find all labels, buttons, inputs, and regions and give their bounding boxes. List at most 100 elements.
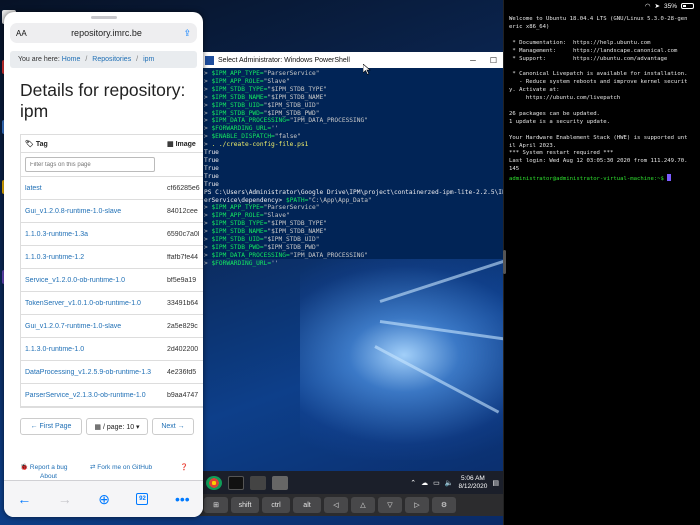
ubuntu-terminal[interactable]: ◠ ➤ 35% Welcome to Ubuntu 18.04.4 LTS (G… [503, 0, 700, 525]
key-right[interactable]: ▷ [405, 497, 429, 513]
key-left[interactable]: ◁ [324, 497, 348, 513]
tag-link[interactable]: latest [25, 185, 167, 192]
powershell-window[interactable]: Select Administrator: Windows PowerShell… [200, 52, 503, 267]
first-page-button[interactable]: ← First Page [20, 418, 82, 435]
console-line: True [204, 157, 500, 165]
tag-link[interactable]: Gui_v1.2.0.7-runtime-1.0-slave [25, 323, 167, 330]
new-tab-icon[interactable]: ⊕ [98, 491, 110, 508]
console-segment: PS C:\Users\Administrator\Google Drive\I… [204, 188, 503, 196]
key-ctrl[interactable]: ctrl [262, 497, 290, 513]
back-icon[interactable]: ← [17, 491, 31, 507]
console-line: > $IPM_APP_ROLE="Slave" [204, 212, 500, 220]
breadcrumb-ipm[interactable]: ipm [143, 56, 154, 63]
chrome-icon[interactable] [206, 475, 222, 490]
terminal-output[interactable]: Welcome to Ubuntu 18.04.4 LTS (GNU/Linux… [504, 12, 700, 184]
powershell-console[interactable]: > $IPM_APP_TYPE="ParserService" > $IPM_AP… [201, 68, 503, 270]
terminal-line: 26 packages can be updated. [509, 110, 600, 117]
tag-link[interactable]: TokenServer_v1.0.1.0-ob-runtime-1.0 [25, 300, 167, 307]
taskbar-clock[interactable]: 5:06 AM 8/12/2020 [458, 475, 487, 491]
reader-options-button[interactable]: AA [16, 29, 34, 38]
safari-toolbar: ← → ⊕ 92 ••• [4, 480, 203, 517]
tag-link[interactable]: 1.1.0.3-runtime-1.2 [25, 254, 167, 261]
table-row: TokenServer_v1.0.1.0-ob-runtime-1.0 33491… [21, 292, 203, 315]
volume-icon[interactable]: 🔈 [445, 479, 454, 487]
console-line: > $FORWARDING_URL='' [204, 260, 500, 268]
console-segment: "$IPM_STDB_TYPE" [267, 85, 327, 93]
taskbar-date: 8/12/2020 [458, 482, 488, 490]
safari-slide-over[interactable]: AA repository.imrc.be ⇪ You are here: Ho… [4, 12, 203, 517]
powershell-titlebar[interactable]: Select Administrator: Windows PowerShell… [201, 52, 503, 68]
key-down[interactable]: ▽ [378, 497, 402, 513]
slide-over-grabber[interactable] [90, 16, 117, 19]
tag-link[interactable]: 1.1.0.3-runtime-1.3a [25, 231, 167, 238]
tag-link[interactable]: DataProcessing_v1.2.5.9-ob-runtime-1.3 [25, 369, 167, 376]
console-segment: True [204, 149, 219, 157]
key-up[interactable]: △ [351, 497, 375, 513]
notification-icon[interactable]: ▤ [492, 479, 499, 487]
terminal-line: Your Hardware Enablement Stack (HWE) is … [509, 134, 688, 141]
per-page-select[interactable]: ▦ / page: 10 ▾ [86, 418, 148, 435]
address-url[interactable]: repository.imrc.be [34, 28, 179, 38]
terminal-line: *** System restart required *** [509, 150, 614, 157]
table-row: Gui_v1.2.0.7-runtime-1.0-slave 2a5e829c [21, 315, 203, 338]
console-segment: $IPM_STDB_PWD= [211, 243, 264, 251]
terminal-icon[interactable] [228, 475, 244, 490]
forward-icon[interactable]: → [58, 491, 72, 507]
key-alt[interactable]: alt [293, 497, 321, 513]
network-icon[interactable]: ▭ [433, 479, 440, 487]
filter-tags-input[interactable] [25, 157, 155, 172]
cloud-icon[interactable]: ☁ [421, 479, 428, 487]
tag-link[interactable]: Gui_v1.2.0.8-runtime-1.0-slave [25, 208, 167, 215]
console-line: > $IPM_STDB_NAME="$IPM_STDB_NAME" [204, 228, 500, 236]
chevron-up-icon[interactable]: ⌃ [410, 479, 416, 487]
terminal-line: il April 2023. [509, 142, 557, 149]
more-icon[interactable]: ••• [175, 491, 190, 507]
key-shift[interactable]: shift [231, 497, 259, 513]
column-tag[interactable]: Tag [36, 141, 48, 148]
console-segment: $IPM_DATA_PROCESSING= [211, 117, 290, 125]
pagination: ← First Page ▦ / page: 10 ▾ Next → [20, 418, 203, 435]
help-icon[interactable]: ❓ [180, 463, 188, 471]
mouse-pointer-icon [363, 64, 371, 75]
console-line: > $IPM_STDB_TYPE="$IPM_STDB_TYPE" [204, 86, 500, 94]
maximize-icon[interactable]: ☐ [490, 56, 497, 65]
console-line: PS C:\Users\Administrator\Google Drive\I… [204, 188, 503, 197]
bug-icon: 🐞 [20, 464, 29, 471]
tag-link[interactable]: 1.1.3.0-runtime-1.0 [25, 346, 167, 353]
system-tray: ⌃ ☁ ▭ 🔈 5:06 AM 8/12/2020 ▤ [410, 475, 503, 491]
ipad-status-bar: ◠ ➤ 35% [504, 0, 700, 12]
battery-icon [681, 3, 694, 9]
app-icon[interactable] [272, 475, 288, 490]
table-header: 🏷 Tag ▦ Image [21, 135, 203, 153]
console-segment: "IPM_DATA_PROCESSING" [289, 117, 368, 125]
breadcrumb-home[interactable]: Home [62, 56, 81, 63]
address-bar[interactable]: AA repository.imrc.be ⇪ [10, 23, 197, 43]
console-segment: $FORWARDING_URL= [211, 125, 272, 133]
table-row: 1.1.0.3-runtime-1.2 ffafb7fe44 [21, 246, 203, 269]
image-id: 2a5e829c [167, 322, 198, 330]
console-line: > $IPM_STDB_TYPE="$IPM_STDB_TYPE" [204, 220, 500, 228]
tabs-button[interactable]: 92 [136, 493, 149, 505]
tag-link[interactable]: ParserService_v2.1.3.0-ob-runtime-1.0 [25, 392, 167, 399]
key-windows[interactable]: ⊞ [204, 497, 228, 513]
share-icon[interactable]: ⇪ [179, 28, 191, 39]
split-view-divider[interactable] [503, 250, 506, 274]
column-image[interactable]: Image [176, 141, 196, 148]
about-link[interactable]: About [40, 473, 57, 480]
console-segment: True [204, 172, 219, 180]
list-icon: ▦ [94, 423, 103, 431]
console-segment: $ENABLE_DISPATCH= [211, 133, 275, 141]
report-bug-link[interactable]: Report a bug [30, 464, 68, 471]
next-page-button[interactable]: Next → [152, 418, 194, 435]
console-line: > $IPM_STDB_PWD="$IPM_STDB_PWD" [204, 244, 500, 252]
console-line: True [204, 149, 500, 157]
github-fork-link[interactable]: Fork me on GitHub [97, 464, 152, 471]
console-line: True [204, 165, 500, 173]
minimize-icon[interactable]: ─ [470, 56, 476, 65]
tag-link[interactable]: Service_v1.2.0.0-ob-runtime-1.0 [25, 277, 167, 284]
key-settings[interactable]: ⚙ [432, 497, 456, 513]
app-icon[interactable] [250, 475, 266, 490]
breadcrumb-repositories[interactable]: Repositories [92, 56, 131, 63]
console-segment: "IPM_DATA_PROCESSING" [289, 251, 368, 259]
